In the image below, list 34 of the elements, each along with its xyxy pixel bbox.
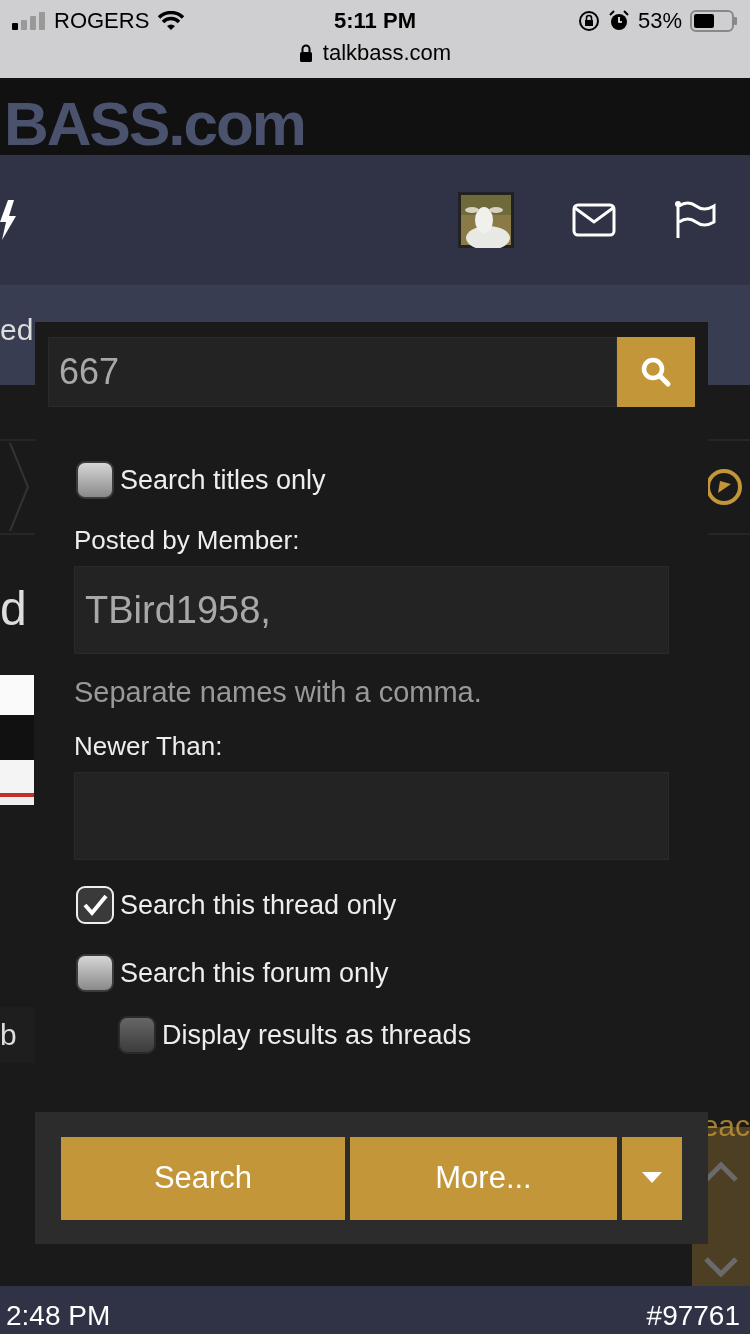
battery-percent: 53% (637, 8, 682, 34)
wifi-icon (157, 11, 186, 31)
battery-icon (690, 10, 738, 32)
flag-icon[interactable] (674, 200, 716, 240)
breadcrumb-text[interactable]: ed (0, 313, 34, 347)
checkbox[interactable] (76, 954, 114, 992)
checkbox-label[interactable]: Display results as threads (162, 1019, 472, 1051)
field-label: Posted by Member: (74, 525, 301, 556)
checkbox-label[interactable]: Search titles only (120, 464, 326, 496)
post-time: 2:48 PM (6, 1300, 111, 1332)
thread-title: d (0, 581, 27, 636)
page-address[interactable]: talkbass.com (322, 40, 452, 66)
mail-icon[interactable] (572, 203, 616, 237)
search-field[interactable]: 667 (48, 337, 617, 407)
search-icon (640, 356, 672, 388)
alarm-icon (607, 10, 630, 32)
checkbox-label[interactable]: Search this thread only (120, 889, 397, 921)
signal-icon (12, 12, 46, 30)
lightning-icon[interactable] (0, 200, 16, 240)
caret-icon (642, 1172, 662, 1184)
carrier-name: ROGERS (54, 8, 150, 34)
rotation-lock-icon (577, 10, 600, 32)
lock-icon (298, 44, 313, 62)
compass-icon[interactable] (705, 468, 743, 506)
field-hint: Separate names with a comma. (74, 676, 483, 709)
row-text: b (0, 1018, 17, 1052)
member-field[interactable]: TBird1958, (74, 566, 669, 654)
post-number[interactable]: #97761 (646, 1300, 740, 1332)
checkbox-label[interactable]: Search this forum only (120, 957, 389, 989)
clock-time: 5:11 PM (334, 8, 416, 34)
checkbox[interactable] (118, 1016, 156, 1054)
field-label: Newer Than: (74, 731, 224, 762)
search-button[interactable] (617, 337, 695, 407)
checkbox[interactable] (76, 461, 114, 499)
